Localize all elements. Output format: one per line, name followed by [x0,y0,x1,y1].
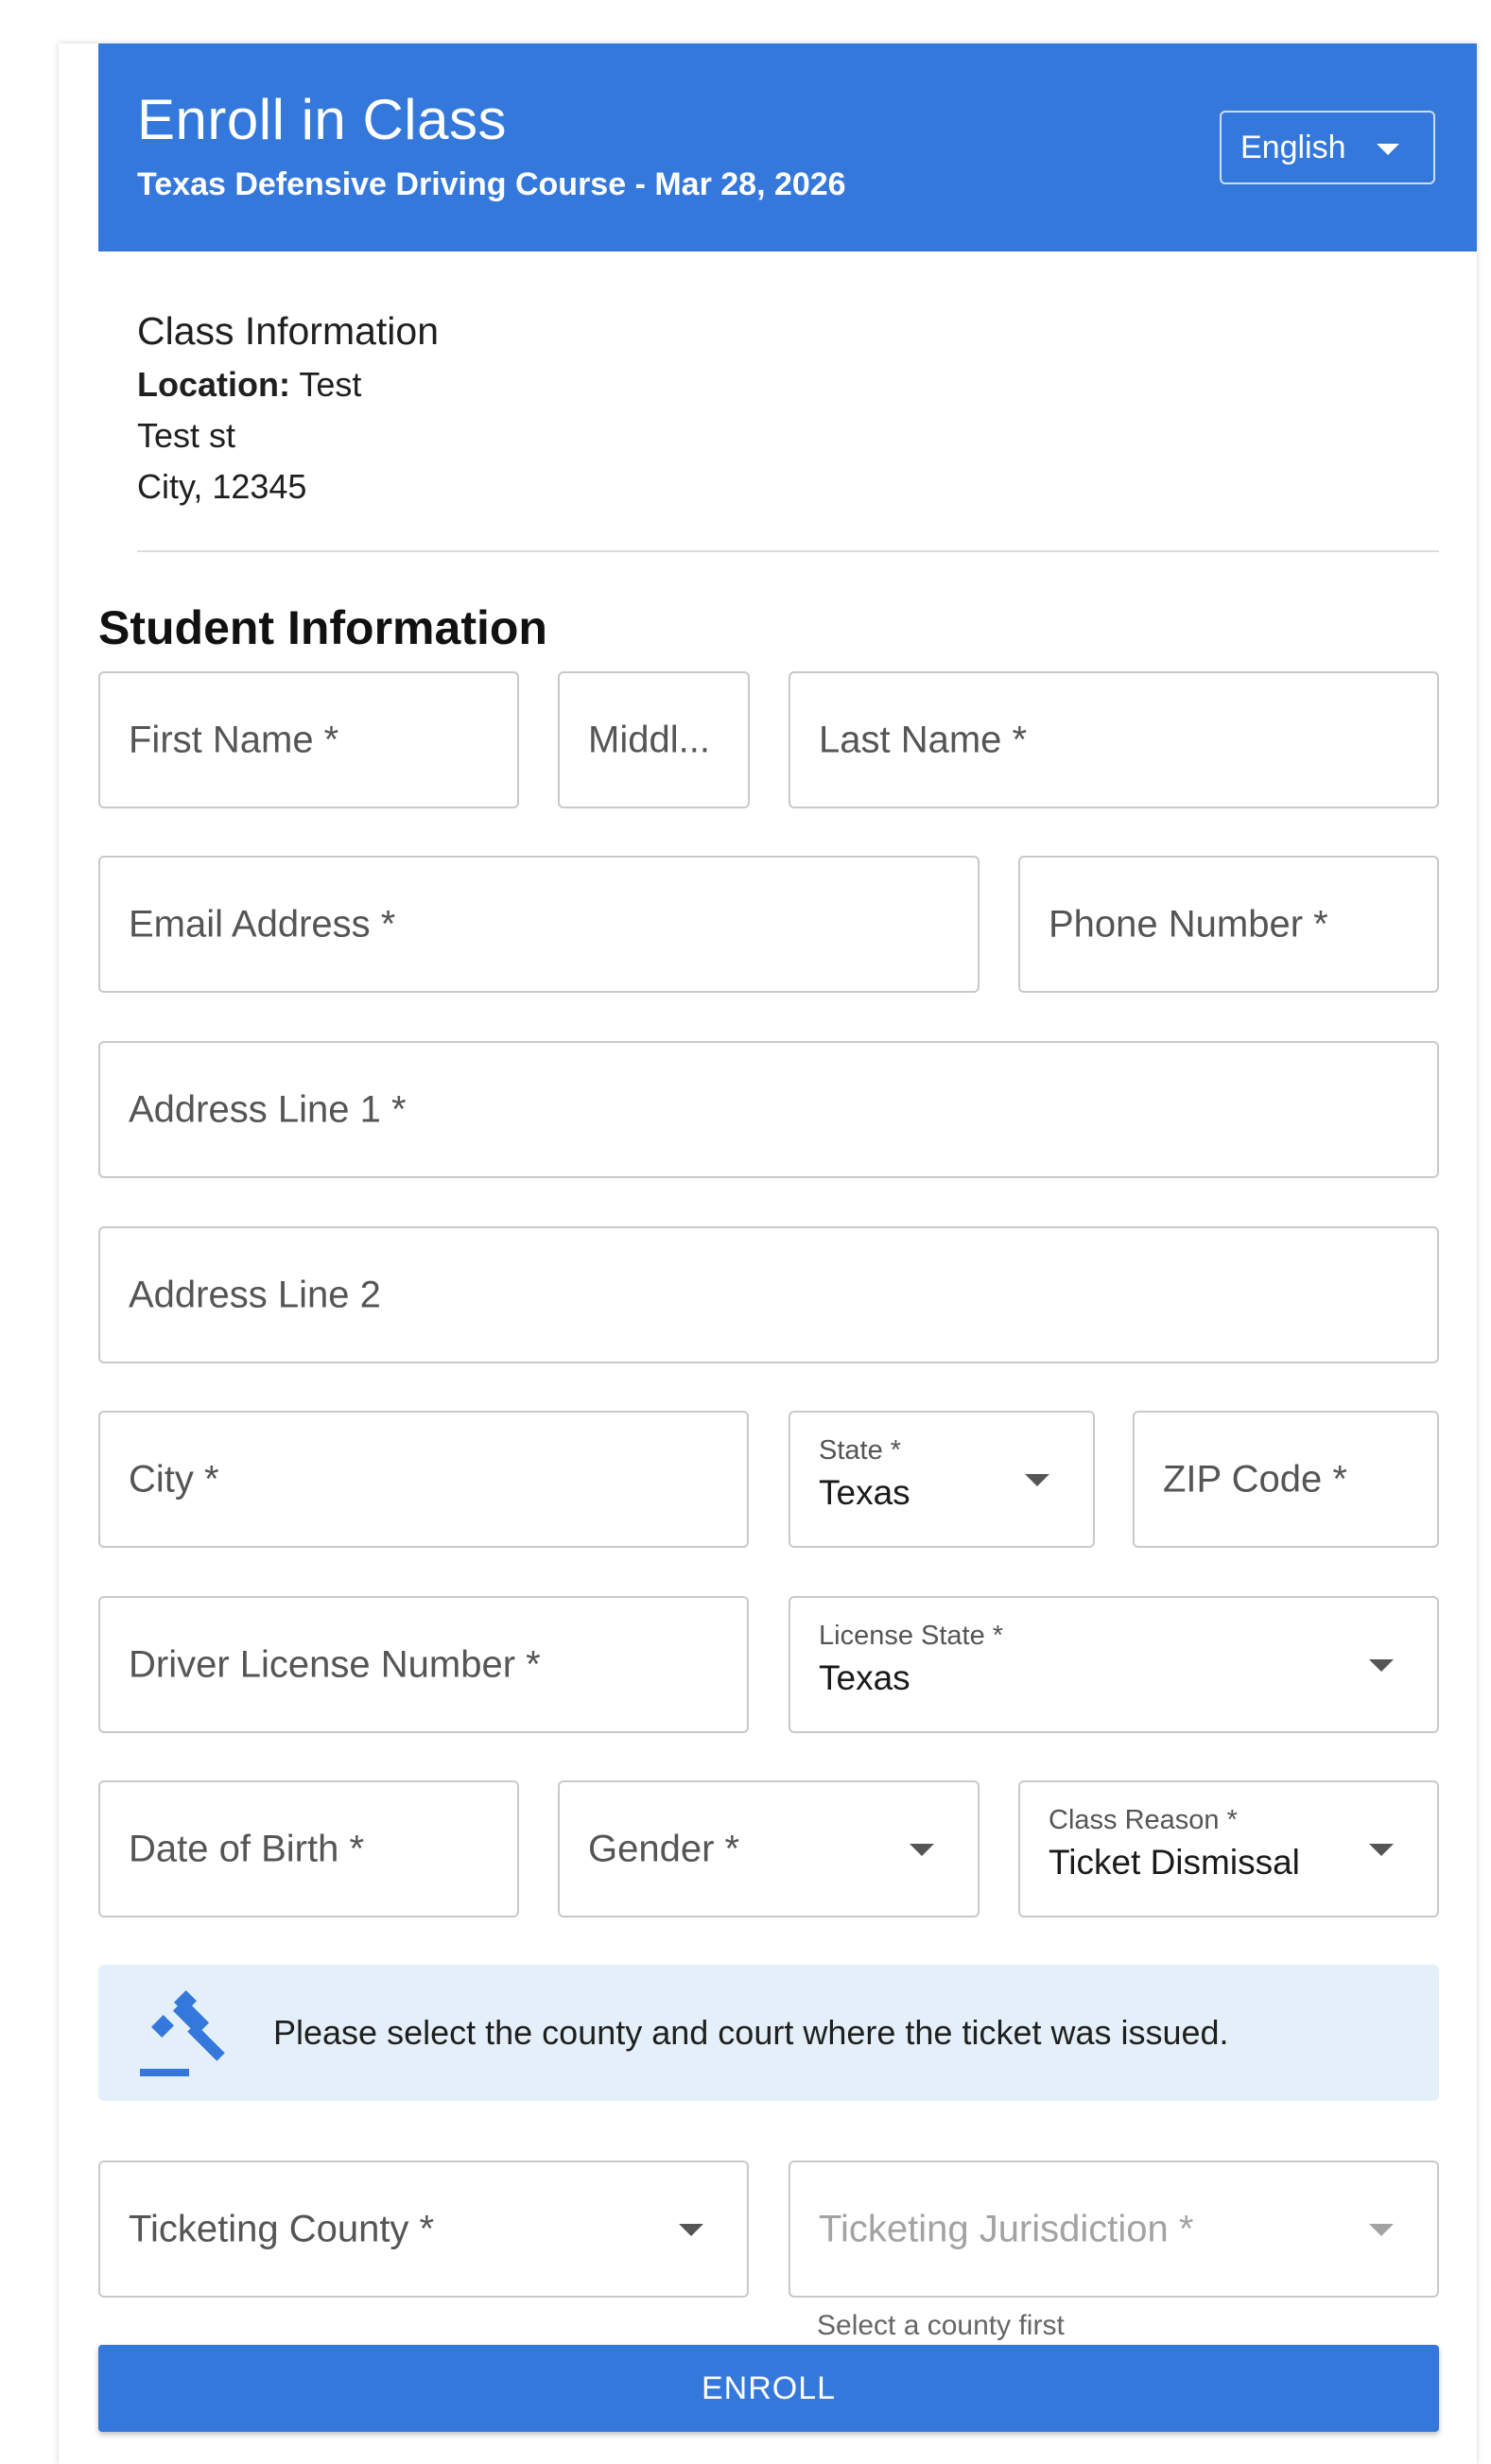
driver-license-field[interactable]: Driver License Number * [98,1596,749,1733]
gavel-icon [140,1989,225,2076]
email-placeholder: Email Address * [129,903,396,945]
chevron-down-icon [1369,2223,1394,2236]
address-line-2-placeholder: Address Line 2 [129,1274,381,1315]
ticketing-jurisdiction-placeholder: Ticketing Jurisdiction * [819,2208,1194,2249]
license-state-label: License State * [819,1621,1004,1651]
city-placeholder: City * [129,1458,219,1500]
page-header: Enroll in Class Texas Defensive Driving … [98,43,1477,252]
location-name: Test [299,365,362,404]
class-reason-label: Class Reason * [1049,1805,1238,1835]
chevron-down-icon [1025,1473,1049,1486]
student-info-title: Student Information [98,601,547,654]
middle-name-field[interactable]: Middl... [558,671,750,808]
zip-code-placeholder: ZIP Code * [1163,1458,1347,1500]
gender-select[interactable]: Gender * [558,1780,980,1917]
location-city-zip: City, 12345 [137,467,307,506]
course-subtitle: Texas Defensive Driving Course - Mar 28,… [137,166,846,202]
enroll-button[interactable]: ENROLL [98,2345,1439,2432]
chevron-down-icon [1369,1658,1394,1672]
last-name-placeholder: Last Name * [819,719,1028,760]
class-location: Location: Test [137,359,439,410]
language-value: English [1240,129,1346,165]
location-street: Test st [137,416,236,455]
date-of-birth-placeholder: Date of Birth * [129,1828,365,1869]
jurisdiction-helper-text: Select a county first [817,2310,1065,2341]
zip-code-field[interactable]: ZIP Code * [1133,1411,1439,1548]
first-name-placeholder: First Name * [129,719,339,760]
ticket-info-alert: Please select the county and court where… [98,1965,1439,2101]
address-line-2-field[interactable]: Address Line 2 [98,1226,1439,1363]
driver-license-placeholder: Driver License Number * [129,1643,541,1685]
language-select[interactable]: English [1220,111,1435,184]
address-line-1-placeholder: Address Line 1 * [129,1088,407,1130]
ticketing-county-select[interactable]: Ticketing County * [98,2160,749,2298]
chevron-down-icon [1369,1843,1394,1856]
phone-field[interactable]: Phone Number * [1018,856,1439,993]
date-of-birth-field[interactable]: Date of Birth * [98,1780,519,1917]
gender-placeholder: Gender * [588,1828,740,1869]
state-value: Texas [819,1473,910,1512]
divider [137,550,1439,552]
state-select[interactable]: State * Texas [789,1411,1095,1548]
class-reason-value: Ticket Dismissal [1049,1843,1300,1882]
license-state-select[interactable]: License State * Texas [789,1596,1439,1733]
middle-name-placeholder: Middl... [588,719,710,760]
page-title: Enroll in Class [137,88,507,151]
email-field[interactable]: Email Address * [98,856,980,993]
class-information: Class Information Location: Test Test st… [137,303,439,512]
state-label: State * [819,1435,902,1466]
chevron-down-icon [1377,144,1399,155]
license-state-value: Texas [819,1658,910,1697]
class-info-title: Class Information [137,309,440,353]
class-reason-select[interactable]: Class Reason * Ticket Dismissal [1018,1780,1439,1917]
location-label: Location: [137,365,290,404]
ticketing-county-placeholder: Ticketing County * [129,2208,435,2249]
chevron-down-icon [910,1843,934,1856]
first-name-field[interactable]: First Name * [98,671,519,808]
chevron-down-icon [679,2223,703,2236]
alert-message: Please select the county and court where… [273,2013,1229,2052]
address-line-1-field[interactable]: Address Line 1 * [98,1041,1439,1178]
last-name-field[interactable]: Last Name * [789,671,1439,808]
ticketing-jurisdiction-select[interactable]: Ticketing Jurisdiction * [789,2160,1439,2298]
city-field[interactable]: City * [98,1411,749,1548]
phone-placeholder: Phone Number * [1049,903,1328,945]
